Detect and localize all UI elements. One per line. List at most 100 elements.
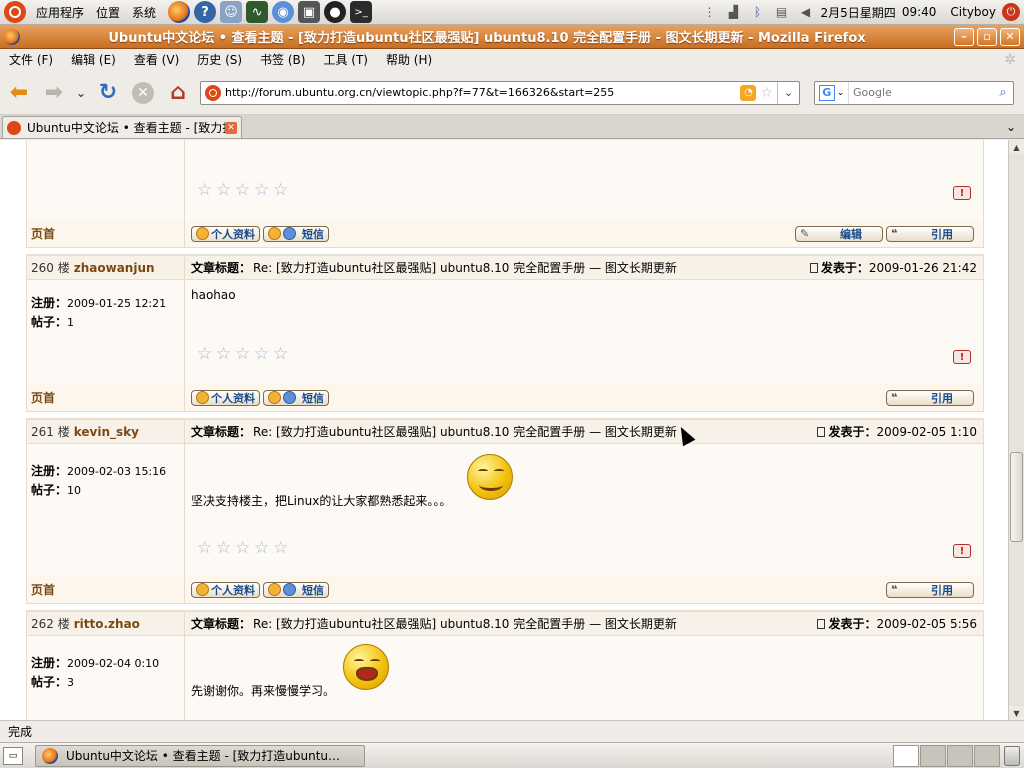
workspace-2[interactable] xyxy=(920,744,946,767)
profile-button[interactable]: 个人资料 xyxy=(191,581,260,598)
post-username[interactable]: kevin_sky xyxy=(74,425,139,439)
reload-button[interactable]: ↻ xyxy=(92,77,124,109)
star-icon[interactable]: ☆ xyxy=(254,182,271,199)
menu-bookmarks[interactable]: 书签 (B) xyxy=(251,49,314,71)
star-icon[interactable]: ☆ xyxy=(197,540,214,557)
star-icon[interactable]: ☆ xyxy=(254,346,271,363)
url-text[interactable]: http://forum.ubuntu.org.cn/viewtopic.php… xyxy=(225,86,740,99)
url-bar[interactable]: http://forum.ubuntu.org.cn/viewtopic.php… xyxy=(200,80,800,105)
quote-button[interactable]: ❝ 引用 xyxy=(886,389,974,406)
star-icon[interactable]: ☆ xyxy=(235,540,252,557)
volume-tray-icon[interactable]: ◀ xyxy=(797,3,815,21)
qq-launcher-icon[interactable]: ● xyxy=(324,1,347,23)
search-input[interactable] xyxy=(849,86,993,99)
search-engine-selector[interactable]: G ⌄ xyxy=(815,81,849,104)
system-monitor-launcher-icon[interactable]: ∿ xyxy=(246,1,269,23)
pm-button[interactable]: 短信 xyxy=(263,581,329,598)
back-to-top-link[interactable]: 页首 xyxy=(31,225,55,242)
star-icon[interactable]: ☆ xyxy=(273,346,290,363)
firefox-launcher-icon[interactable] xyxy=(168,1,191,23)
back-button[interactable]: ⬅ xyxy=(3,77,35,109)
menu-history[interactable]: 历史 (S) xyxy=(188,49,251,71)
printer-tray-icon[interactable]: ▤ xyxy=(773,3,791,21)
ubuntu-logo-icon[interactable] xyxy=(4,1,26,23)
menu-view[interactable]: 查看 (V) xyxy=(125,49,188,71)
forward-button[interactable]: ➡ xyxy=(38,77,70,109)
camera-launcher-icon[interactable]: ▣ xyxy=(298,1,321,23)
minimize-button[interactable]: – xyxy=(954,27,974,46)
panel-menu-places[interactable]: 位置 xyxy=(92,0,128,25)
taskbar-firefox-window[interactable]: Ubuntu中文论坛 • 查看主题 - [致力打造ubuntu… xyxy=(35,744,365,767)
back-to-top-link[interactable]: 页首 xyxy=(31,389,55,406)
panel-menu-applications[interactable]: 应用程序 xyxy=(32,0,92,25)
star-icon[interactable]: ☆ xyxy=(235,182,252,199)
url-dropdown-button[interactable]: ⌄ xyxy=(777,81,799,104)
star-icon[interactable]: ☆ xyxy=(235,346,252,363)
workspace-1[interactable] xyxy=(893,744,919,767)
menu-edit[interactable]: 编辑 (E) xyxy=(62,49,125,71)
workspace-4[interactable] xyxy=(974,744,1000,767)
firefox-window-icon[interactable] xyxy=(4,28,20,45)
rss-feed-icon[interactable]: ◔ xyxy=(740,84,757,101)
star-icon[interactable]: ☆ xyxy=(216,182,233,199)
terminal-launcher-icon[interactable]: >_ xyxy=(350,1,373,23)
history-dropdown-button[interactable]: ⌄ xyxy=(73,77,89,109)
rating-stars[interactable]: ☆ ☆ ☆ ☆ ☆ xyxy=(197,346,290,363)
vertical-scrollbar[interactable]: ▲ ▼ xyxy=(1008,140,1024,720)
star-icon[interactable]: ☆ xyxy=(216,540,233,557)
panel-time[interactable]: 09:40 xyxy=(902,5,937,19)
profile-button[interactable]: 个人资料 xyxy=(191,225,260,242)
post-doc-icon[interactable] xyxy=(817,427,826,437)
panel-menu-system[interactable]: 系统 xyxy=(128,0,164,25)
post-doc-icon[interactable] xyxy=(809,263,818,273)
close-window-button[interactable]: ✕ xyxy=(1000,27,1020,46)
signal-tray-icon[interactable]: ▟ xyxy=(725,3,743,21)
menu-help[interactable]: 帮助 (H) xyxy=(377,49,441,71)
keyboard-tray-icon[interactable]: ⋮ xyxy=(701,3,719,21)
panel-date[interactable]: 2月5日星期四 xyxy=(821,4,896,21)
show-desktop-icon[interactable]: ▭ xyxy=(3,746,23,765)
pm-button[interactable]: 短信 xyxy=(263,389,329,406)
pm-button[interactable]: 短信 xyxy=(263,225,329,242)
scroll-up-arrow-icon[interactable]: ▲ xyxy=(1009,140,1024,154)
menu-file[interactable]: 文件 (F) xyxy=(0,49,62,71)
star-icon[interactable]: ☆ xyxy=(273,182,290,199)
workspace-3[interactable] xyxy=(947,744,973,767)
post-doc-icon[interactable] xyxy=(817,619,826,629)
window-titlebar[interactable]: Ubuntu中文论坛 • 查看主题 - [致力打造ubuntu社区最强贴] ub… xyxy=(0,25,1024,49)
report-post-icon[interactable]: ! xyxy=(953,544,971,558)
star-icon[interactable]: ☆ xyxy=(216,346,233,363)
profile-button[interactable]: 个人资料 xyxy=(191,389,260,406)
rating-stars[interactable]: ☆ ☆ ☆ ☆ ☆ xyxy=(197,540,290,557)
post-username[interactable]: ritto.zhao xyxy=(74,617,140,631)
trash-icon[interactable] xyxy=(1004,745,1020,766)
edit-button[interactable]: ✎ 编辑 xyxy=(795,225,883,242)
home-button[interactable]: ⌂ xyxy=(162,77,194,109)
report-post-icon[interactable]: ! xyxy=(953,186,971,200)
star-icon[interactable]: ☆ xyxy=(273,540,290,557)
tab-list-chevron-icon[interactable]: ⌄ xyxy=(1006,116,1016,138)
bluetooth-tray-icon[interactable]: ᛒ xyxy=(749,3,767,21)
quote-button[interactable]: ❝ 引用 xyxy=(886,225,974,242)
network-launcher-icon[interactable]: ◉ xyxy=(272,1,295,23)
star-icon[interactable]: ☆ xyxy=(197,182,214,199)
post-username[interactable]: zhaowanjun xyxy=(74,261,155,275)
tab-close-icon[interactable]: ✕ xyxy=(225,121,237,134)
rating-stars[interactable]: ☆ ☆ ☆ ☆ ☆ xyxy=(197,182,290,199)
bookmark-star-icon[interactable]: ☆ xyxy=(760,85,773,101)
users-launcher-icon[interactable]: ☺ xyxy=(220,1,243,23)
quote-button[interactable]: ❝ 引用 xyxy=(886,581,974,598)
search-magnifier-icon[interactable]: ⌕ xyxy=(993,85,1013,100)
scroll-down-arrow-icon[interactable]: ▼ xyxy=(1009,706,1024,720)
star-icon[interactable]: ☆ xyxy=(254,540,271,557)
menu-tools[interactable]: 工具 (T) xyxy=(314,49,377,71)
help-launcher-icon[interactable]: ? xyxy=(194,1,217,23)
scrollbar-thumb[interactable] xyxy=(1010,452,1023,542)
power-icon[interactable]: ⏻ xyxy=(1002,3,1020,21)
maximize-button[interactable]: ▫ xyxy=(977,27,997,46)
star-icon[interactable]: ☆ xyxy=(197,346,214,363)
report-post-icon[interactable]: ! xyxy=(953,350,971,364)
back-to-top-link[interactable]: 页首 xyxy=(31,581,55,598)
stop-button[interactable]: ✕ xyxy=(127,77,159,109)
panel-user[interactable]: Cityboy xyxy=(950,5,996,19)
